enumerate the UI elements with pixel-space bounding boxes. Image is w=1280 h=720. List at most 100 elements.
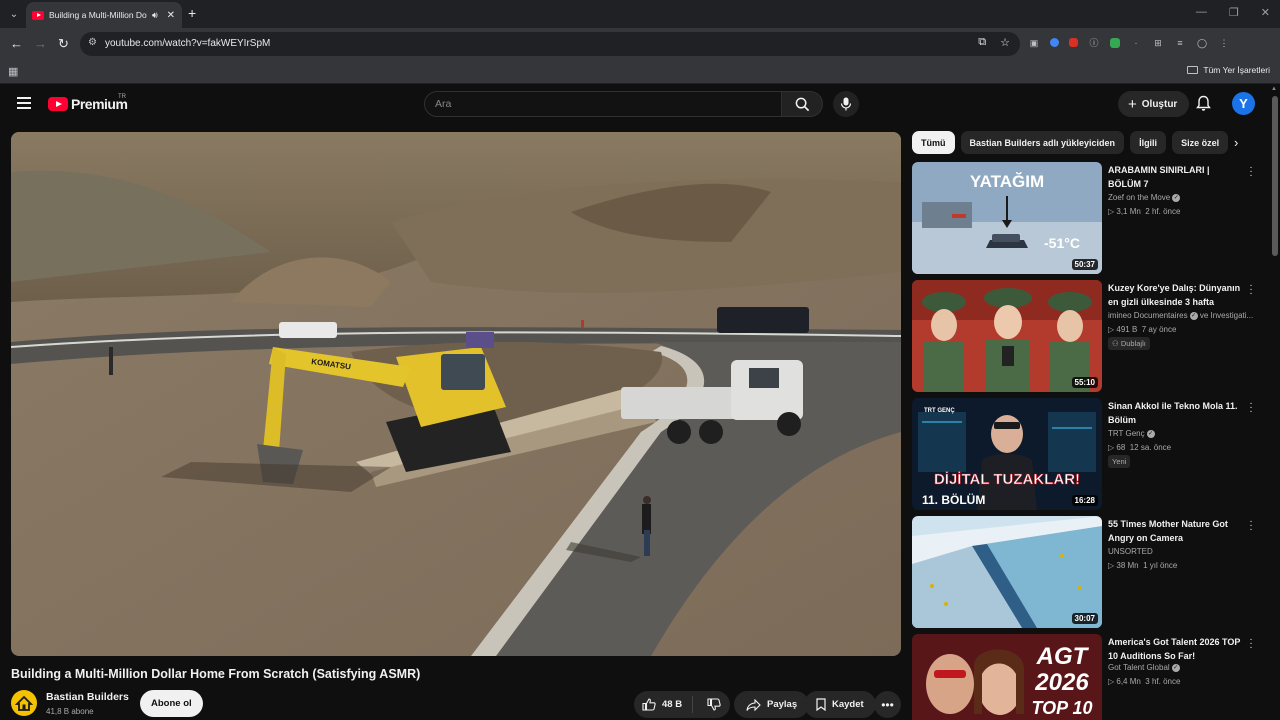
apps-grid-icon[interactable]: ▦	[8, 65, 18, 78]
recommendation-channel: Zoef on the Move ✓	[1108, 193, 1181, 202]
thumbnail-text: AGT	[1036, 643, 1090, 670]
tab-close-icon[interactable]: ✕	[167, 10, 175, 21]
new-tab-icon[interactable]: +	[188, 5, 196, 21]
recommendation-item[interactable]: AGT 2026 TOP 10 America's Got Talent 202…	[912, 634, 1262, 720]
chip-from-uploader[interactable]: Bastian Builders adlı yükleyiciden	[960, 131, 1125, 154]
kebab-menu-icon[interactable]: · · ·	[1248, 517, 1254, 535]
recommendation-channel: TRT Genç ✓	[1108, 429, 1155, 438]
bookmark-star-icon[interactable]: ☆	[1000, 36, 1010, 49]
microphone-icon	[840, 97, 852, 111]
menu-icon[interactable]	[17, 97, 31, 112]
restore-icon[interactable]: ❐	[1229, 6, 1239, 19]
kebab-menu-icon[interactable]: · · ·	[1248, 399, 1254, 417]
subscribe-button[interactable]: Abone ol	[140, 690, 203, 717]
chip-all[interactable]: Tümü	[912, 131, 955, 154]
folder-icon	[1187, 66, 1199, 74]
minimize-icon[interactable]: —	[1196, 6, 1207, 19]
browser-tab[interactable]: Building a Multi-Million Dollar Home Fro…	[26, 2, 182, 28]
thumbnail-text: YATAĞIM	[970, 172, 1044, 191]
verified-icon: ✓	[1146, 429, 1155, 438]
kebab-menu-icon[interactable]: · · ·	[1248, 635, 1254, 653]
chip-for-you[interactable]: Size özel	[1172, 131, 1229, 154]
account-avatar[interactable]: Y	[1232, 92, 1255, 115]
create-label: Oluştur	[1141, 98, 1178, 110]
recommendation-item[interactable]: 30:07 55 Times Mother Nature Got Angry o…	[912, 516, 1262, 629]
recommendation-title[interactable]: Kuzey Kore'ye Dalış: Dünyanın en gizli ü…	[1108, 282, 1244, 309]
video-thumbnail[interactable]: TRT GENÇ DİJİTAL TUZAKLAR! 11. BÖLÜM 16:…	[912, 398, 1102, 510]
extension-icon[interactable]	[1069, 38, 1078, 47]
reading-list-icon[interactable]: ≡	[1174, 37, 1186, 49]
channel-label: imineo Documentaires	[1108, 311, 1188, 320]
search-button[interactable]	[781, 91, 823, 117]
recommendation-item[interactable]: 55:10 Kuzey Kore'ye Dalış: Dünyanın en g…	[912, 280, 1262, 393]
channel-name[interactable]: Bastian Builders	[46, 691, 129, 703]
notifications-bell-icon[interactable]	[1196, 95, 1211, 117]
video-duration: 55:10	[1071, 377, 1098, 388]
chip-related[interactable]: İlgili	[1130, 131, 1167, 154]
recommendation-title[interactable]: ARABAMIN SINIRLARI | BÖLÜM 7	[1108, 164, 1244, 191]
extension-icon[interactable]	[1110, 38, 1120, 48]
video-thumbnail[interactable]: AGT 2026 TOP 10	[912, 634, 1102, 720]
youtube-logo[interactable]: Premium	[48, 96, 128, 112]
dubbed-icon: ⚇	[1112, 339, 1121, 348]
upload-age: 2 hf. önce	[1145, 207, 1181, 216]
recommendation-item[interactable]: TRT GENÇ DİJİTAL TUZAKLAR! 11. BÖLÜM 16:…	[912, 398, 1262, 511]
extension-icon[interactable]: ⓘ	[1088, 37, 1100, 49]
chevron-right-icon[interactable]: ›	[1234, 135, 1238, 150]
save-label: Kaydet	[832, 699, 864, 710]
more-actions-icon[interactable]: •••	[874, 691, 901, 718]
recommendation-meta: ▷ 491 B 7 ay önce	[1108, 325, 1176, 334]
extension-icons: ▣ ⓘ · ⊞ ≡ ◯ ⋮	[1028, 37, 1230, 49]
verified-icon: ✓	[1189, 311, 1198, 320]
thumbs-down-icon	[707, 698, 721, 711]
browser-menu-icon[interactable]: ⋮	[1218, 37, 1230, 49]
profile-icon[interactable]: ◯	[1196, 37, 1208, 49]
save-button[interactable]: Kaydet	[804, 691, 876, 718]
extensions-puzzle-icon[interactable]: ⊞	[1152, 37, 1164, 49]
recommendation-item[interactable]: YATAĞIM -51°C 50:37 ARABAMIN SINIRLARI |…	[912, 162, 1262, 275]
video-thumbnail[interactable]: 30:07	[912, 516, 1102, 628]
tab-search-menu-icon[interactable]: ⌄	[4, 4, 24, 24]
all-bookmarks-folder[interactable]: Tüm Yer İşaretleri	[1187, 65, 1270, 75]
extension-icon[interactable]: ·	[1130, 37, 1142, 49]
cast-icon[interactable]: ⧉	[978, 36, 986, 49]
share-button[interactable]: Paylaş	[734, 691, 810, 718]
recommendation-channel: Got Talent Global ✓	[1108, 663, 1180, 672]
extension-icon[interactable]	[1050, 38, 1059, 47]
kebab-menu-icon[interactable]: · · ·	[1248, 163, 1254, 181]
extension-icon[interactable]: ▣	[1028, 37, 1040, 49]
view-count: 38 Mn	[1116, 561, 1139, 570]
youtube-masthead: Premium TR + Oluştur Y	[0, 84, 1280, 124]
recommendation-title[interactable]: America's Got Talent 2026 TOP 10 Auditio…	[1108, 636, 1244, 663]
address-bar[interactable]: ⚙ youtube.com/watch?v=fakWEYIrSpM ⧉ ☆	[80, 32, 1020, 56]
speaker-icon[interactable]: 🔊︎	[152, 10, 158, 21]
dislike-button[interactable]	[699, 698, 729, 711]
search-input[interactable]	[435, 98, 765, 110]
verified-icon: ✓	[1172, 193, 1181, 202]
upload-age: 3 hf. önce	[1145, 677, 1181, 686]
thumbnail-text: TRT GENÇ	[924, 408, 955, 414]
thumbnail-text: -51°C	[1044, 235, 1080, 251]
channel-avatar[interactable]	[11, 690, 37, 716]
video-thumbnail[interactable]: 55:10	[912, 280, 1102, 392]
kebab-menu-icon[interactable]: · · ·	[1248, 281, 1254, 299]
back-icon[interactable]: ←	[10, 36, 23, 51]
video-player[interactable]: KOMATSU	[11, 132, 901, 656]
recommendation-title[interactable]: Sinan Akkol ile Tekno Mola 11. Bölüm	[1108, 400, 1244, 427]
forward-icon[interactable]: →	[34, 36, 47, 51]
video-duration: 16:28	[1071, 495, 1098, 506]
scroll-up-icon[interactable]: ▲	[1271, 86, 1277, 92]
house-logo-icon	[14, 695, 34, 711]
voice-search-button[interactable]	[833, 91, 859, 117]
thumbnail-text: DİJİTAL TUZAKLAR!	[934, 471, 1080, 488]
site-info-icon[interactable]: ⚙	[88, 37, 97, 48]
recommendation-title[interactable]: 55 Times Mother Nature Got Angry on Came…	[1108, 518, 1244, 545]
page-scrollbar[interactable]	[1272, 96, 1278, 256]
window-close-icon[interactable]: ✕	[1261, 6, 1270, 19]
browser-toolbar: ← → ↻ ⚙ youtube.com/watch?v=fakWEYIrSpM …	[0, 28, 1280, 60]
create-button[interactable]: + Oluştur	[1118, 91, 1190, 117]
reload-icon[interactable]: ↻	[58, 36, 69, 52]
channel-label: TRT Genç	[1108, 429, 1145, 438]
like-button[interactable]: 48 B	[634, 696, 694, 713]
video-thumbnail[interactable]: YATAĞIM -51°C 50:37	[912, 162, 1102, 274]
